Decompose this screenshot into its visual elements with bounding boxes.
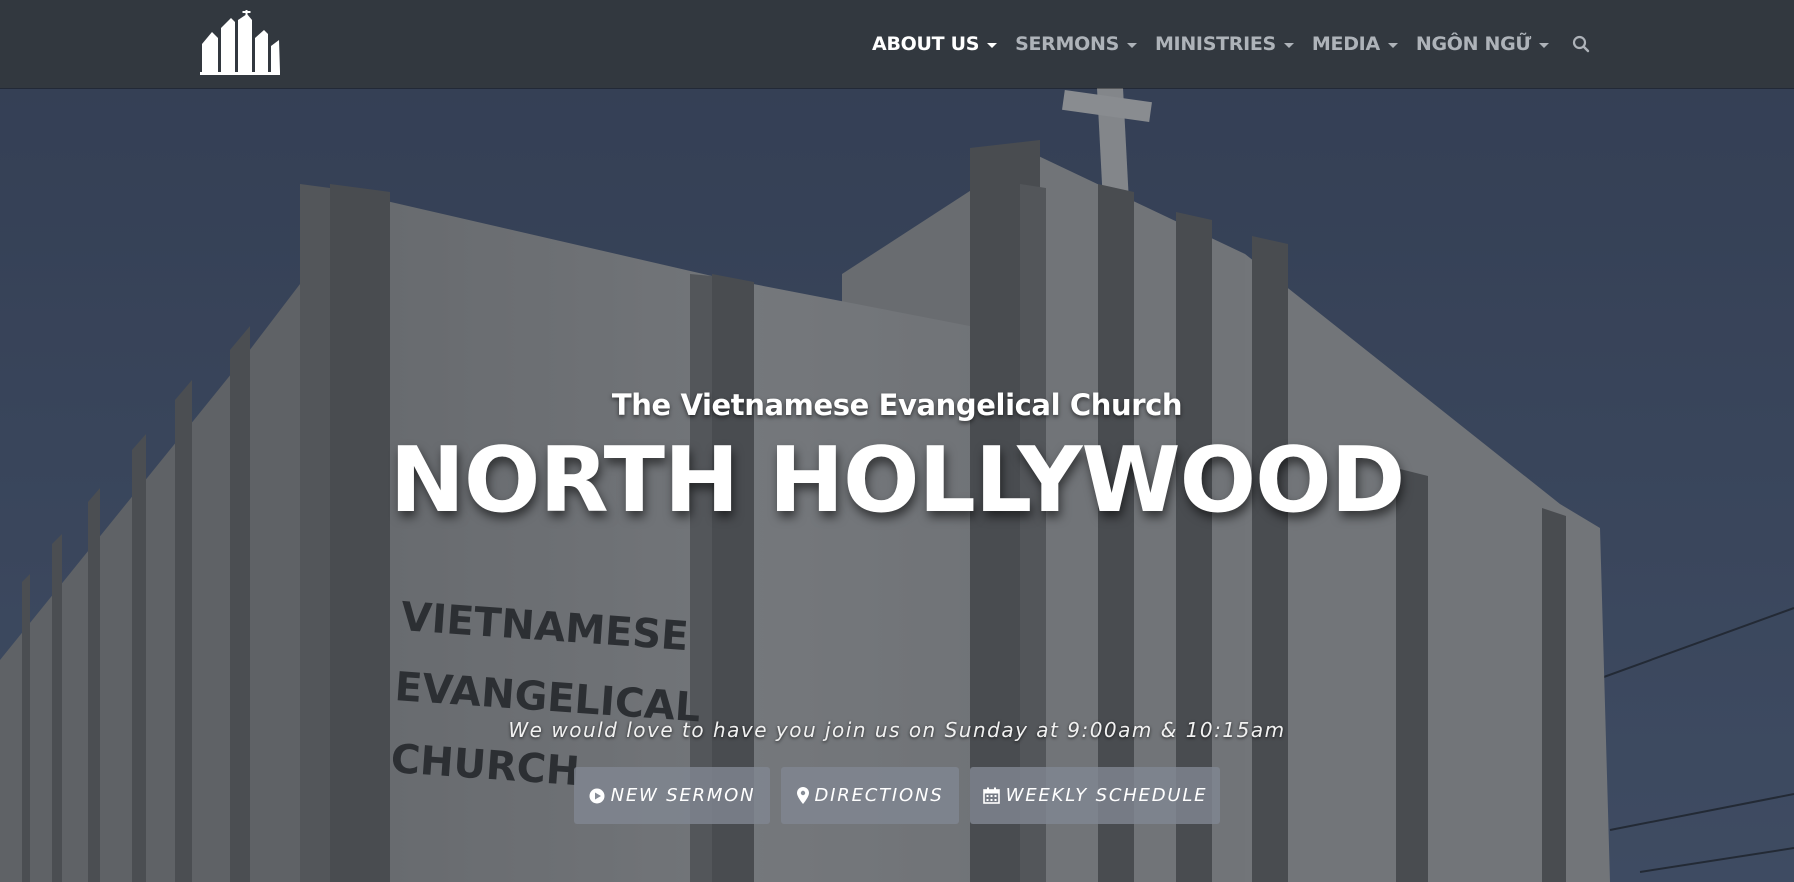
nav-sermons[interactable]: SERMONS <box>1006 33 1146 55</box>
nav-language[interactable]: NGÔN NGỮ <box>1407 33 1558 55</box>
search-button[interactable] <box>1568 31 1594 57</box>
play-circle-icon <box>589 788 605 803</box>
weekly-schedule-button[interactable]: WEEKLY SCHEDULE <box>970 767 1220 824</box>
calendar-icon <box>982 787 1000 804</box>
nav-language-label: NGÔN NGỮ <box>1415 33 1531 55</box>
chevron-down-icon <box>1387 42 1398 48</box>
chevron-down-icon <box>987 42 998 48</box>
new-sermon-button[interactable]: NEW SERMON <box>574 767 770 824</box>
chevron-down-icon <box>1126 42 1137 48</box>
nav-ministries[interactable]: MINISTRIES <box>1146 33 1303 55</box>
weekly-schedule-label: WEEKLY SCHEDULE <box>1005 785 1208 806</box>
hero-buttons: NEW SERMON DIRECTIONS WEEKLY SCHEDULE <box>0 767 1794 824</box>
top-navbar: ABOUT US SERMONS MINISTRIES MEDIA NGÔN N… <box>0 0 1794 88</box>
search-icon <box>1572 35 1590 53</box>
chevron-down-icon <box>1539 42 1549 48</box>
church-buildings-logo-icon <box>200 8 280 75</box>
hero-subtitle: The Vietnamese Evangelical Church <box>611 388 1183 422</box>
hero-section: VIETNAMESE EVANGELICAL CHURCH The Vietna… <box>0 88 1794 882</box>
new-sermon-label: NEW SERMON <box>610 785 756 806</box>
main-nav: ABOUT US SERMONS MINISTRIES MEDIA NGÔN N… <box>863 0 1594 88</box>
page: ABOUT US SERMONS MINISTRIES MEDIA NGÔN N… <box>0 0 1794 882</box>
nav-ministries-label: MINISTRIES <box>1154 33 1276 55</box>
chevron-down-icon <box>1283 42 1294 48</box>
nav-about-us-label: ABOUT US <box>872 33 980 55</box>
nav-about-us[interactable]: ABOUT US <box>863 33 1006 55</box>
hero-title: NORTH HOLLYWOOD <box>389 428 1406 533</box>
church-logo[interactable] <box>200 8 282 76</box>
nav-media-label: MEDIA <box>1311 33 1380 55</box>
map-marker-icon <box>796 787 809 804</box>
nav-sermons-label: SERMONS <box>1015 33 1119 55</box>
nav-media[interactable]: MEDIA <box>1303 33 1407 55</box>
hero-invite-text: We would love to have you join us on Sun… <box>508 718 1286 742</box>
directions-button[interactable]: DIRECTIONS <box>781 767 959 824</box>
directions-label: DIRECTIONS <box>814 785 944 806</box>
